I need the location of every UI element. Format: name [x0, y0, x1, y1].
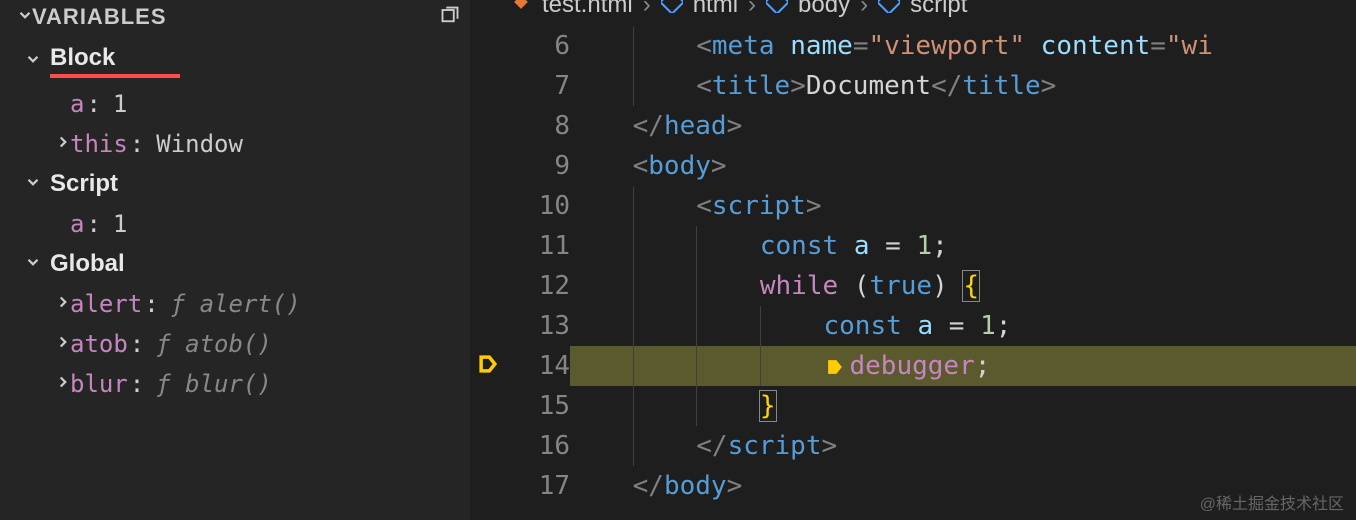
- code-line[interactable]: const a = 1;: [570, 226, 1356, 266]
- scope-name: Global: [50, 250, 125, 278]
- breadcrumb-item[interactable]: html: [693, 0, 738, 19]
- line-number[interactable]: 11: [506, 226, 570, 266]
- line-number[interactable]: 6: [506, 26, 570, 66]
- variable-value: 1: [113, 90, 127, 118]
- chevron-right-icon: ›: [860, 0, 868, 19]
- variable-name: atob: [70, 330, 128, 358]
- variable-name: blur: [70, 370, 128, 398]
- line-number-gutter[interactable]: 67891011121314151617: [506, 22, 570, 520]
- breadcrumb-item[interactable]: script: [910, 0, 967, 19]
- variable-row[interactable]: a:1: [0, 84, 470, 124]
- breakpoint-slot[interactable]: [470, 106, 506, 146]
- chevron-down-icon: [24, 173, 40, 196]
- breakpoint-slot[interactable]: [470, 426, 506, 466]
- breakpoint-slot[interactable]: [470, 226, 506, 266]
- code-line[interactable]: <script>: [570, 186, 1356, 226]
- breadcrumb-file[interactable]: test.html: [542, 0, 633, 19]
- breakpoint-slot[interactable]: [470, 146, 506, 186]
- code-line[interactable]: debugger;: [570, 346, 1356, 386]
- code-line[interactable]: </head>: [570, 106, 1356, 146]
- breakpoint-slot[interactable]: [470, 306, 506, 346]
- variable-value: Window: [156, 130, 243, 158]
- chevron-right-icon: ›: [643, 0, 651, 19]
- scope-header[interactable]: Global: [0, 244, 470, 284]
- line-number[interactable]: 10: [506, 186, 570, 226]
- code-line[interactable]: const a = 1;: [570, 306, 1356, 346]
- symbol-icon: [661, 0, 683, 20]
- breakpoint-slot[interactable]: [470, 386, 506, 426]
- variable-row[interactable]: a:1: [0, 204, 470, 244]
- variable-row[interactable]: alert:ƒ alert(): [0, 284, 470, 324]
- code-area[interactable]: 67891011121314151617 <meta name="viewpor…: [470, 22, 1356, 520]
- variable-value: 1: [113, 210, 127, 238]
- chevron-down-icon: [16, 6, 32, 29]
- breakpoint-slot[interactable]: [470, 266, 506, 306]
- line-number[interactable]: 7: [506, 66, 570, 106]
- breakpoint-slot[interactable]: [470, 26, 506, 66]
- variable-name: this: [70, 130, 128, 158]
- code-editor: test.html › html › body › script 6789101…: [470, 0, 1356, 520]
- line-number[interactable]: 15: [506, 386, 570, 426]
- scope-header[interactable]: Script: [0, 164, 470, 204]
- breakpoint-slot[interactable]: [470, 466, 506, 506]
- variable-value: ƒ alert(): [171, 290, 301, 318]
- scope-name: Script: [50, 170, 118, 198]
- code-content[interactable]: <meta name="viewport" content="wi <title…: [570, 22, 1356, 520]
- chevron-right-icon: ›: [748, 0, 756, 19]
- line-number[interactable]: 16: [506, 426, 570, 466]
- line-number[interactable]: 12: [506, 266, 570, 306]
- variable-row[interactable]: atob:ƒ atob(): [0, 324, 470, 364]
- panel-title: VARIABLES: [32, 4, 440, 30]
- variable-value: ƒ atob(): [156, 330, 272, 358]
- file-icon: [510, 0, 532, 20]
- chevron-right-icon: [54, 133, 70, 156]
- variable-value: ƒ blur(): [156, 370, 272, 398]
- variable-name: a: [70, 90, 84, 118]
- chevron-right-icon: [54, 373, 70, 396]
- variable-name: a: [70, 210, 84, 238]
- code-line[interactable]: <body>: [570, 146, 1356, 186]
- line-number[interactable]: 17: [506, 466, 570, 506]
- execution-pointer-icon: [477, 353, 499, 379]
- code-line[interactable]: <title>Document</title>: [570, 66, 1356, 106]
- code-line[interactable]: while (true) {: [570, 266, 1356, 306]
- breakpoint-slot[interactable]: [470, 66, 506, 106]
- chevron-down-icon: [24, 253, 40, 276]
- chevron-right-icon: [54, 333, 70, 356]
- code-line[interactable]: }: [570, 386, 1356, 426]
- collapse-all-icon[interactable]: [440, 5, 460, 30]
- symbol-icon: [766, 0, 788, 20]
- breakpoint-slot[interactable]: [470, 346, 506, 386]
- breakpoint-slot[interactable]: [470, 186, 506, 226]
- line-number[interactable]: 9: [506, 146, 570, 186]
- symbol-icon: [878, 0, 900, 20]
- breadcrumb[interactable]: test.html › html › body › script: [470, 0, 1356, 22]
- watermark: @稀土掘金技术社区: [1200, 490, 1344, 514]
- chevron-right-icon: [54, 293, 70, 316]
- breadcrumb-item[interactable]: body: [798, 0, 850, 19]
- scope-header[interactable]: Block: [0, 38, 470, 84]
- code-line[interactable]: <meta name="viewport" content="wi: [570, 26, 1356, 66]
- chevron-down-icon: [24, 50, 40, 73]
- line-number[interactable]: 14: [506, 346, 570, 386]
- execution-pointer-icon: [824, 356, 846, 378]
- breakpoint-gutter[interactable]: [470, 22, 506, 520]
- variable-name: alert: [70, 290, 142, 318]
- variable-row[interactable]: blur:ƒ blur(): [0, 364, 470, 404]
- code-line[interactable]: </script>: [570, 426, 1356, 466]
- line-number[interactable]: 13: [506, 306, 570, 346]
- scope-name: Block: [50, 44, 180, 78]
- variable-row[interactable]: this:Window: [0, 124, 470, 164]
- panel-header[interactable]: VARIABLES: [0, 0, 470, 38]
- variables-panel: VARIABLES Blocka:1this:WindowScripta:1Gl…: [0, 0, 470, 520]
- line-number[interactable]: 8: [506, 106, 570, 146]
